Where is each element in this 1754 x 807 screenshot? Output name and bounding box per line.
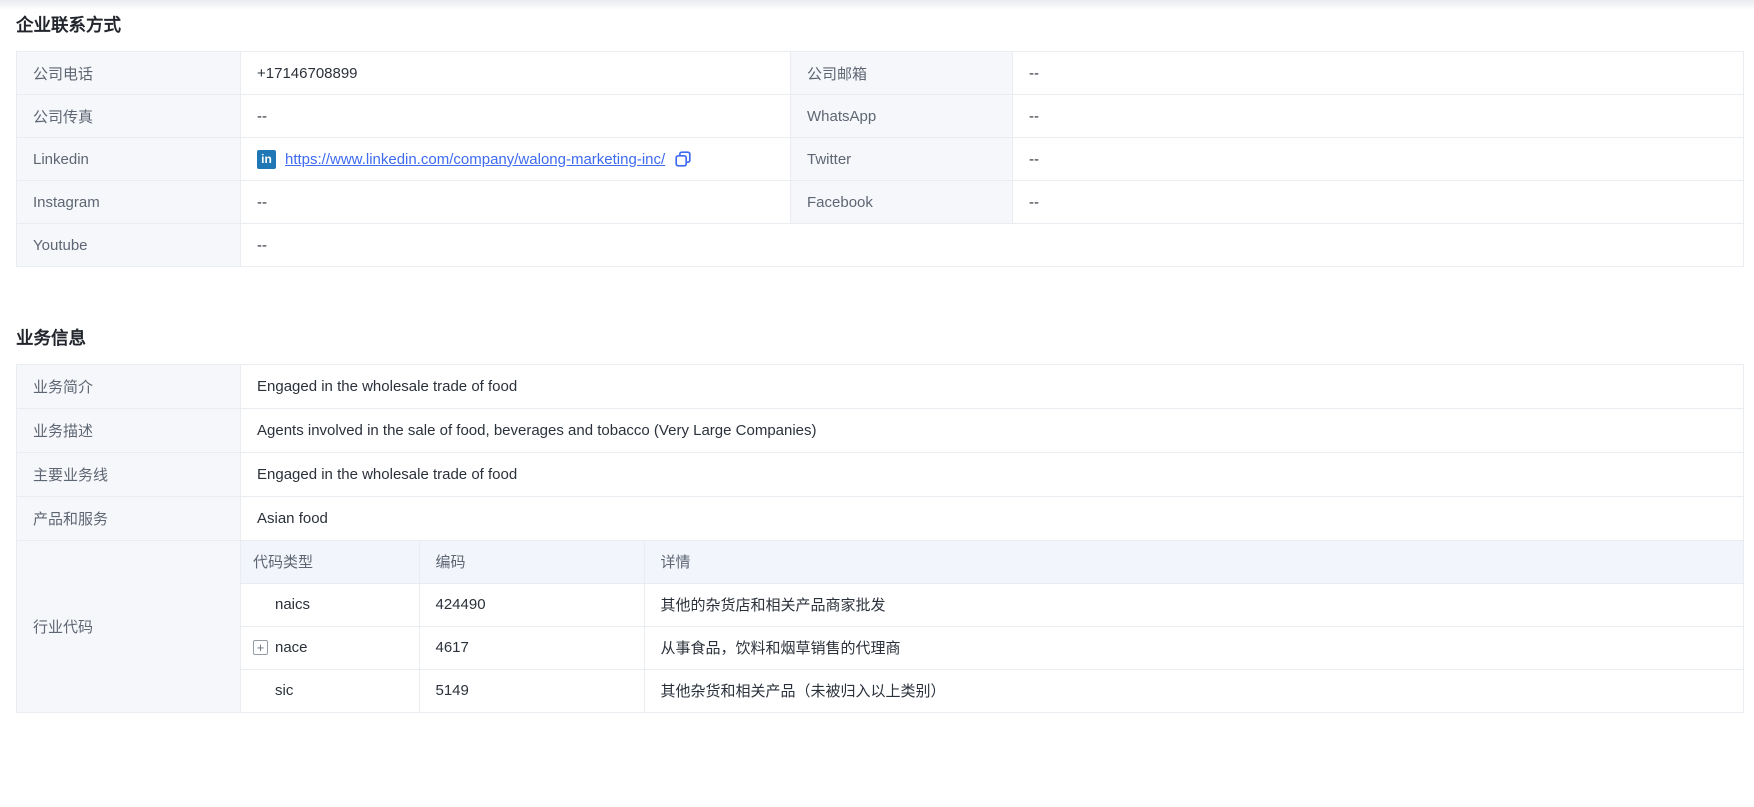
field-label-industry-codes: 行业代码 — [17, 541, 241, 713]
code-detail-sic: 其他杂货和相关产品（未被归入以上类别） — [644, 669, 1744, 712]
copy-icon[interactable] — [674, 150, 692, 168]
table-row: 公司电话 +17146708899 公司邮箱 -- — [17, 52, 1744, 95]
column-header-code: 编码 — [419, 541, 644, 583]
field-value-youtube: -- — [241, 224, 1744, 267]
linkedin-link-group: in https://www.linkedin.com/company/walo… — [257, 150, 774, 169]
field-label-fax: 公司传真 — [17, 95, 241, 138]
contact-table: 公司电话 +17146708899 公司邮箱 -- 公司传真 -- WhatsA… — [16, 51, 1744, 267]
code-type-nace: nace — [275, 639, 308, 656]
field-label-biz-description: 业务描述 — [17, 409, 241, 453]
linkedin-icon: in — [257, 150, 276, 169]
column-header-code-type: 代码类型 — [241, 541, 419, 583]
column-header-detail: 详情 — [644, 541, 1744, 583]
field-value-whatsapp: -- — [1013, 95, 1744, 138]
field-label-linkedin: Linkedin — [17, 138, 241, 181]
business-section-title: 业务信息 — [16, 313, 1743, 350]
code-type-naics: naics — [275, 596, 310, 613]
table-header-row: 代码类型 编码 详情 — [241, 541, 1744, 583]
table-row: 产品和服务 Asian food — [17, 497, 1744, 541]
table-row: 业务描述 Agents involved in the sale of food… — [17, 409, 1744, 453]
field-value-main-lines: Engaged in the wholesale trade of food — [241, 453, 1744, 497]
table-row: 公司传真 -- WhatsApp -- — [17, 95, 1744, 138]
company-detail-page: 企业联系方式 公司电话 +17146708899 公司邮箱 -- 公司传真 --… — [0, 0, 1754, 713]
field-value-email: -- — [1013, 52, 1744, 95]
field-label-email: 公司邮箱 — [791, 52, 1013, 95]
table-row: + nace 4617 从事食品，饮料和烟草销售的代理商 — [241, 626, 1744, 669]
field-label-phone: 公司电话 — [17, 52, 241, 95]
code-type-sic: sic — [275, 682, 293, 699]
code-value-naics: 424490 — [419, 583, 644, 626]
table-row: naics 424490 其他的杂货店和相关产品商家批发 — [241, 583, 1744, 626]
business-table: 业务简介 Engaged in the wholesale trade of f… — [16, 364, 1744, 713]
field-value-phone: +17146708899 — [241, 52, 791, 95]
table-row: sic 5149 其他杂货和相关产品（未被归入以上类别） — [241, 669, 1744, 712]
contact-section-title: 企业联系方式 — [16, 0, 1743, 37]
field-value-fax: -- — [241, 95, 791, 138]
expand-icon[interactable]: + — [253, 640, 268, 655]
field-label-products-services: 产品和服务 — [17, 497, 241, 541]
table-row: Youtube -- — [17, 224, 1744, 267]
field-label-main-lines: 主要业务线 — [17, 453, 241, 497]
field-label-facebook: Facebook — [791, 181, 1013, 224]
code-detail-naics: 其他的杂货店和相关产品商家批发 — [644, 583, 1744, 626]
field-label-youtube: Youtube — [17, 224, 241, 267]
field-value-twitter: -- — [1013, 138, 1744, 181]
field-label-instagram: Instagram — [17, 181, 241, 224]
code-value-sic: 5149 — [419, 669, 644, 712]
linkedin-url-link[interactable]: https://www.linkedin.com/company/walong-… — [285, 151, 665, 168]
table-row: 业务简介 Engaged in the wholesale trade of f… — [17, 365, 1744, 409]
table-row: 主要业务线 Engaged in the wholesale trade of … — [17, 453, 1744, 497]
industry-codes-table: 代码类型 编码 详情 naics — [241, 541, 1744, 712]
field-label-biz-brief: 业务简介 — [17, 365, 241, 409]
code-detail-nace: 从事食品，饮料和烟草销售的代理商 — [644, 626, 1744, 669]
field-label-whatsapp: WhatsApp — [791, 95, 1013, 138]
table-row: Instagram -- Facebook -- — [17, 181, 1744, 224]
table-row: 行业代码 代码类型 编码 详情 — [17, 541, 1744, 713]
field-value-biz-brief: Engaged in the wholesale trade of food — [241, 365, 1744, 409]
field-value-facebook: -- — [1013, 181, 1744, 224]
table-row: Linkedin in https://www.linkedin.com/com… — [17, 138, 1744, 181]
field-value-biz-description: Agents involved in the sale of food, bev… — [241, 409, 1744, 453]
field-value-products-services: Asian food — [241, 497, 1744, 541]
code-value-nace: 4617 — [419, 626, 644, 669]
field-value-instagram: -- — [241, 181, 791, 224]
field-label-twitter: Twitter — [791, 138, 1013, 181]
